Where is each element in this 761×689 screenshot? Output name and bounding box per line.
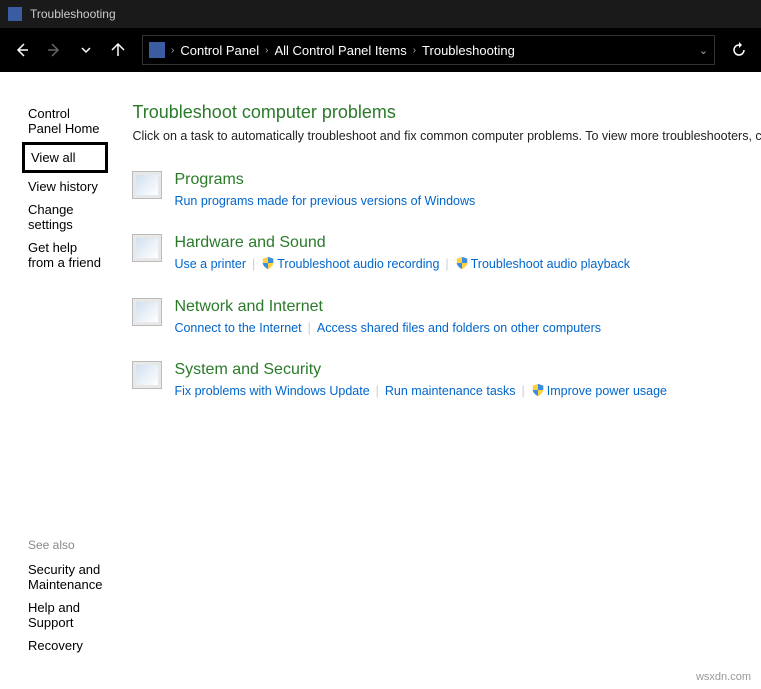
watermark: wsxdn.com: [696, 671, 751, 683]
recent-dropdown[interactable]: [72, 36, 100, 64]
troubleshooter-link[interactable]: Fix problems with Windows Update: [174, 381, 369, 402]
category-body: System and Security Fix problems with Win…: [174, 361, 761, 402]
navbar: › Control Panel › All Control Panel Item…: [0, 28, 761, 72]
category-links: Use a printer | Troubleshoot audio recordi…: [174, 254, 761, 275]
content-area: Control Panel Home View all View history…: [0, 72, 761, 689]
link-label: Run maintenance tasks: [385, 384, 516, 398]
category-row: Programs Run programs made for previous v…: [132, 171, 761, 212]
category-icon: [132, 361, 162, 389]
see-also-section: See also Security and Maintenance Help a…: [28, 538, 102, 677]
link-separator: |: [445, 257, 448, 271]
seealso-help[interactable]: Help and Support: [28, 596, 102, 634]
link-label: Troubleshoot audio playback: [471, 257, 630, 271]
category-body: Hardware and Sound Use a printer | Troubles…: [174, 234, 761, 275]
category-row: Network and Internet Connect to the Inter…: [132, 298, 761, 339]
sidebar-item-get-help[interactable]: Get help from a friend: [28, 236, 102, 274]
sidebar-item-view-all[interactable]: View all: [22, 142, 108, 173]
shield-icon: [261, 257, 277, 271]
troubleshooter-link[interactable]: Improve power usage: [531, 381, 667, 402]
link-separator: |: [376, 384, 379, 398]
sidebar-item-view-history[interactable]: View history: [28, 175, 102, 198]
app-icon: [8, 7, 22, 21]
category-title[interactable]: Programs: [174, 171, 761, 189]
link-separator: |: [252, 257, 255, 271]
troubleshooter-link[interactable]: Run maintenance tasks: [385, 381, 516, 402]
sidebar: Control Panel Home View all View history…: [0, 72, 114, 689]
troubleshooter-link[interactable]: Troubleshoot audio recording: [261, 254, 439, 275]
refresh-button[interactable]: [725, 36, 753, 64]
address-bar[interactable]: › Control Panel › All Control Panel Item…: [142, 35, 715, 65]
category-row: Hardware and Sound Use a printer | Troubles…: [132, 234, 761, 275]
seealso-recovery[interactable]: Recovery: [28, 634, 102, 657]
sidebar-item-change-settings[interactable]: Change settings: [28, 198, 102, 236]
address-icon: [149, 42, 165, 58]
page-heading: Troubleshoot computer problems: [132, 102, 761, 123]
link-label: Connect to the Internet: [174, 321, 301, 335]
chevron-down-icon[interactable]: ⌄: [699, 44, 708, 57]
link-separator: |: [522, 384, 525, 398]
category-icon: [132, 171, 162, 199]
category-icon: [132, 298, 162, 326]
category-row: System and Security Fix problems with Win…: [132, 361, 761, 402]
troubleshooter-link[interactable]: Use a printer: [174, 254, 246, 275]
breadcrumb-item[interactable]: Troubleshooting: [418, 43, 519, 58]
chevron-right-icon[interactable]: ›: [263, 45, 270, 56]
link-label: Use a printer: [174, 257, 246, 271]
breadcrumb-item[interactable]: All Control Panel Items: [270, 43, 410, 58]
category-links: Run programs made for previous versions …: [174, 191, 761, 212]
category-links: Fix problems with Windows Update | Run mai…: [174, 381, 761, 402]
link-label: Improve power usage: [547, 384, 667, 398]
back-button[interactable]: [8, 36, 36, 64]
breadcrumb-item[interactable]: Control Panel: [176, 43, 263, 58]
troubleshooter-link[interactable]: Connect to the Internet: [174, 318, 301, 339]
page-subtitle: Click on a task to automatically trouble…: [132, 129, 761, 143]
category-title[interactable]: Hardware and Sound: [174, 234, 761, 252]
window-title: Troubleshooting: [30, 7, 116, 21]
category-title[interactable]: System and Security: [174, 361, 761, 379]
chevron-right-icon[interactable]: ›: [169, 45, 176, 56]
forward-button[interactable]: [40, 36, 68, 64]
link-label: Run programs made for previous versions …: [174, 194, 475, 208]
category-title[interactable]: Network and Internet: [174, 298, 761, 316]
link-label: Access shared files and folders on other…: [317, 321, 601, 335]
chevron-right-icon[interactable]: ›: [411, 45, 418, 56]
troubleshooter-link[interactable]: Troubleshoot audio playback: [455, 254, 630, 275]
link-label: Troubleshoot audio recording: [277, 257, 439, 271]
link-label: Fix problems with Windows Update: [174, 384, 369, 398]
main-panel: Troubleshoot computer problems Click on …: [114, 72, 761, 689]
shield-icon: [455, 257, 471, 271]
seealso-security[interactable]: Security and Maintenance: [28, 558, 102, 596]
troubleshooter-link[interactable]: Run programs made for previous versions …: [174, 191, 475, 212]
link-separator: |: [308, 321, 311, 335]
titlebar: Troubleshooting: [0, 0, 761, 28]
see-also-title: See also: [28, 538, 102, 552]
troubleshooter-link[interactable]: Access shared files and folders on other…: [317, 318, 601, 339]
shield-icon: [531, 384, 547, 398]
category-links: Connect to the Internet | Access shared fi…: [174, 318, 761, 339]
sidebar-item-home[interactable]: Control Panel Home: [28, 102, 102, 140]
category-body: Programs Run programs made for previous v…: [174, 171, 761, 212]
category-body: Network and Internet Connect to the Inter…: [174, 298, 761, 339]
up-button[interactable]: [104, 36, 132, 64]
category-icon: [132, 234, 162, 262]
